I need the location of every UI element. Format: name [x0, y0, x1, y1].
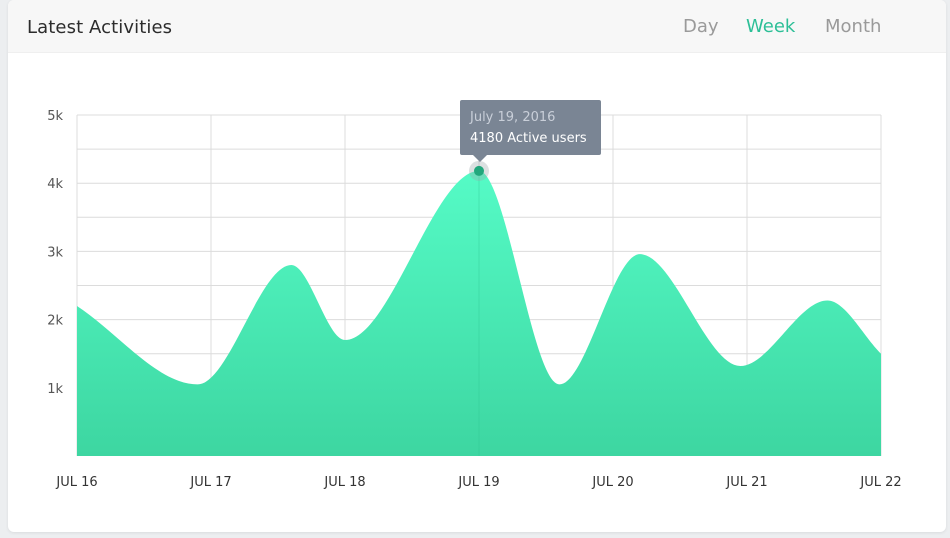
- y-tick-label: 1k: [47, 382, 63, 397]
- y-tick-label: 3k: [47, 245, 63, 260]
- x-tick-label: JUL 22: [859, 475, 901, 490]
- x-tick-label: JUL 19: [457, 475, 499, 490]
- x-axis: JUL 16 JUL 17 JUL 18 JUL 19 JUL 20 JUL 21 JUL …: [55, 475, 901, 490]
- highlight-point[interactable]: [474, 165, 484, 176]
- x-tick-label: JUL 17: [189, 475, 231, 490]
- tooltip-value: 4180 Active users: [470, 131, 587, 146]
- activity-chart: 1k 2k 3k 4k 5k JUL 16 JUL 17 JUL 18 JUL 19 JUL 2…: [47, 100, 902, 490]
- tooltip-box: [460, 100, 601, 155]
- y-tick-label: 2k: [47, 314, 63, 329]
- x-tick-label: JUL 20: [591, 475, 633, 490]
- chart-tooltip: July 19, 2016 4180 Active users: [460, 100, 601, 162]
- y-tick-label: 4k: [47, 177, 63, 192]
- tooltip-arrow: [473, 155, 487, 162]
- x-tick-label: JUL 16: [55, 475, 97, 490]
- y-tick-label: 5k: [47, 109, 63, 124]
- x-tick-label: JUL 21: [725, 475, 767, 490]
- x-tick-label: JUL 18: [323, 475, 365, 490]
- y-axis: 1k 2k 3k 4k 5k: [47, 109, 63, 397]
- tooltip-date: July 19, 2016: [469, 110, 555, 125]
